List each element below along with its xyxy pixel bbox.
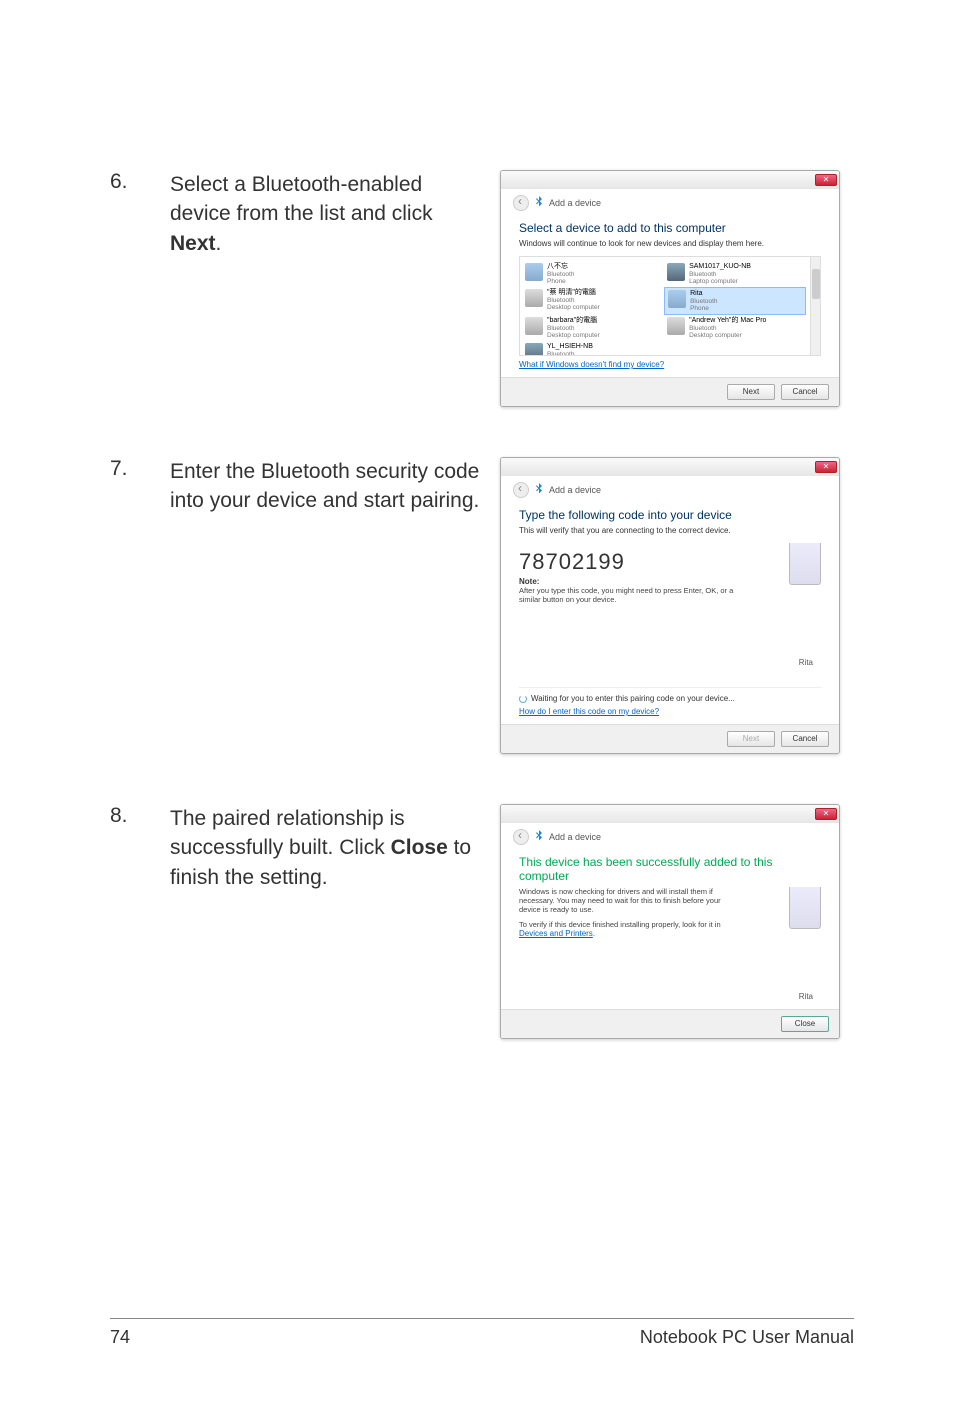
list-item[interactable]: YL_HSIEH-NBBluetooth xyxy=(522,341,664,356)
dialog-title: Type the following code into your device xyxy=(519,508,821,522)
pairing-code: 78702199 xyxy=(519,549,821,575)
close-icon[interactable]: ✕ xyxy=(815,808,837,820)
back-arrow-icon xyxy=(513,829,529,845)
breadcrumb: Add a device xyxy=(549,485,601,495)
list-item[interactable]: SAM1017_KUO-NBBluetoothLaptop computer xyxy=(664,261,806,287)
waiting-status: Waiting for you to enter this pairing co… xyxy=(519,687,821,703)
step-text-bold: Close xyxy=(391,836,448,859)
device-image xyxy=(789,887,821,929)
list-item[interactable]: "barbara"的電腦BluetoothDesktop computer xyxy=(522,315,664,341)
device-caption: Rita xyxy=(799,658,813,667)
add-device-dialog-select: ✕ Add a device Select a device to add to… xyxy=(500,170,840,407)
help-link[interactable]: How do I enter this code on my device? xyxy=(519,707,659,716)
step-text: Enter the Bluetooth security code into y… xyxy=(170,457,480,516)
list-item[interactable]: "蔡 明清"的電腦BluetoothDesktop computer xyxy=(522,287,664,315)
page-number: 74 xyxy=(110,1327,130,1348)
list-item[interactable]: "Andrew Yeh"的 Mac ProBluetoothDesktop co… xyxy=(664,315,806,341)
device-caption: Rita xyxy=(799,992,813,1001)
titlebar: ✕ xyxy=(501,171,839,189)
titlebar: ✕ xyxy=(501,805,839,823)
close-icon[interactable]: ✕ xyxy=(815,461,837,473)
back-arrow-icon[interactable] xyxy=(513,482,529,498)
cancel-button[interactable]: Cancel xyxy=(781,731,829,747)
scrollbar[interactable] xyxy=(810,257,820,355)
breadcrumb: Add a device xyxy=(549,832,601,842)
add-device-dialog-code: ✕ Add a device Type the following code i… xyxy=(500,457,840,754)
dialog-title: This device has been successfully added … xyxy=(519,855,821,883)
manual-title: Notebook PC User Manual xyxy=(640,1327,854,1348)
step-text-post: . xyxy=(216,232,222,255)
breadcrumb: Add a device xyxy=(549,198,601,208)
devices-printers-link[interactable]: Devices and Printers xyxy=(519,929,593,938)
step-text: The paired relationship is successfully … xyxy=(170,804,480,892)
next-button[interactable]: Next xyxy=(727,384,775,400)
device-image xyxy=(789,543,821,585)
success-body-text: Windows is now checking for drivers and … xyxy=(519,887,729,914)
bluetooth-icon xyxy=(535,483,543,497)
list-item[interactable]: 八不忘BluetoothPhone xyxy=(522,261,664,287)
dialog-subtitle: This will verify that you are connecting… xyxy=(519,526,821,535)
back-arrow-icon[interactable] xyxy=(513,195,529,211)
step-number: 8. xyxy=(110,804,150,828)
phone-icon xyxy=(668,290,686,308)
spinner-icon xyxy=(519,695,527,703)
cancel-button[interactable]: Cancel xyxy=(781,384,829,400)
dialog-title: Select a device to add to this computer xyxy=(519,221,821,235)
step-number: 7. xyxy=(110,457,150,481)
bluetooth-icon xyxy=(535,196,543,210)
desktop-icon xyxy=(525,317,543,335)
close-button[interactable]: Close xyxy=(781,1016,829,1032)
next-button: Next xyxy=(727,731,775,747)
step-text: Select a Bluetooth-enabled device from t… xyxy=(170,170,480,258)
step-text-bold: Next xyxy=(170,232,216,255)
step-text-pre: The paired relationship is successfully … xyxy=(170,807,405,859)
help-link[interactable]: What if Windows doesn't find my device? xyxy=(519,360,664,369)
desktop-icon xyxy=(525,289,543,307)
phone-icon xyxy=(525,263,543,281)
success-body-text2: To verify if this device finished instal… xyxy=(519,920,729,938)
step-text-pre: Select a Bluetooth-enabled device from t… xyxy=(170,173,433,225)
devices-listbox[interactable]: 八不忘BluetoothPhone SAM1017_KUO-NBBluetoot… xyxy=(519,256,821,356)
laptop-icon xyxy=(525,343,543,356)
add-device-dialog-success: ✕ Add a device This device has been succ… xyxy=(500,804,840,1039)
note-label: Note: xyxy=(519,577,821,586)
close-icon[interactable]: ✕ xyxy=(815,174,837,186)
note-text: After you type this code, you might need… xyxy=(519,586,739,604)
dialog-subtitle: Windows will continue to look for new de… xyxy=(519,239,821,248)
laptop-icon xyxy=(667,263,685,281)
list-item-selected[interactable]: RitaBluetoothPhone xyxy=(664,287,806,315)
page-footer: 74 Notebook PC User Manual xyxy=(110,1318,854,1348)
bluetooth-icon xyxy=(535,830,543,844)
desktop-icon xyxy=(667,317,685,335)
titlebar: ✕ xyxy=(501,458,839,476)
step-number: 6. xyxy=(110,170,150,194)
